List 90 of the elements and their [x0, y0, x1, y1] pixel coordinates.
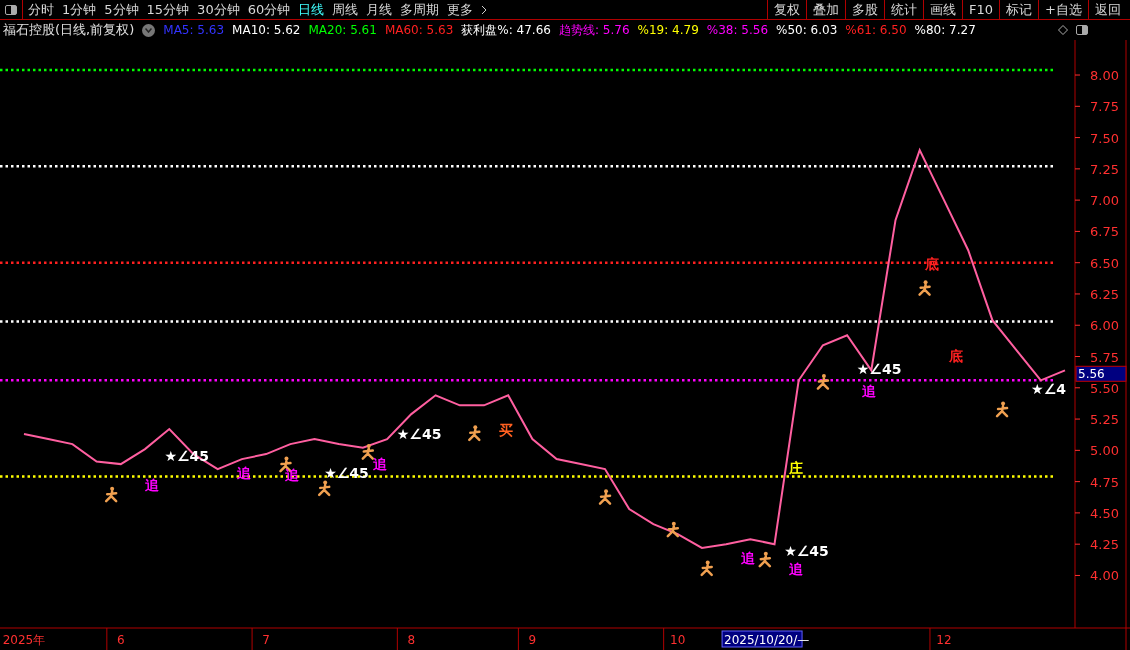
indicator-value: MA5: 5.63	[163, 22, 225, 39]
y-axis-label: 6.75	[1090, 224, 1119, 240]
signal-label: 庄	[789, 459, 803, 476]
x-axis-label: 8	[407, 633, 416, 647]
indicator-value: 获利盘%: 47.66	[461, 22, 551, 39]
runner-icon	[666, 521, 680, 538]
y-axis-label: 7.50	[1090, 130, 1119, 146]
y-axis-label: 4.25	[1090, 537, 1119, 553]
signal-label: ★∠45	[856, 360, 902, 377]
runner-icon	[104, 486, 118, 503]
signal-label: 追	[740, 549, 755, 566]
toolbar-button[interactable]: 多股	[845, 0, 885, 19]
period-tab[interactable]: 分时	[28, 3, 54, 16]
date-cursor-label: 2025/10/20/—	[721, 630, 810, 648]
y-axis-label: 5.50	[1090, 380, 1119, 396]
signal-label: 追	[285, 467, 300, 484]
runner-icon	[918, 280, 931, 296]
x-axis-label: 10	[670, 633, 686, 647]
indicator-value: %50: 6.03	[776, 22, 838, 39]
y-axis-label: 4.00	[1090, 568, 1119, 584]
y-axis-label: 5.75	[1090, 349, 1119, 365]
x-axis-label: 9	[528, 633, 537, 647]
period-tab[interactable]: 周线	[332, 3, 359, 16]
y-axis-label: 5.00	[1090, 443, 1119, 459]
dropdown-icon[interactable]	[142, 23, 156, 37]
stock-title: 福石控股(日线,前复权)	[3, 21, 135, 40]
signal-label: 底	[924, 255, 939, 272]
y-axis-label: 6.50	[1090, 255, 1119, 271]
period-tab[interactable]: 多周期	[400, 3, 440, 16]
indicator-value: %61: 6.50	[845, 22, 907, 39]
x-axis-label: 7	[262, 633, 270, 647]
signal-label: 追	[372, 455, 387, 472]
toolbar-button[interactable]: 叠加	[806, 0, 846, 19]
signal-label: ★∠45	[324, 464, 369, 481]
runner-icon	[816, 374, 830, 390]
runner-icon	[317, 480, 331, 497]
toolbar-button[interactable]: 返回	[1088, 0, 1127, 19]
indicator-value: 趋势线: 5.76	[558, 22, 630, 39]
x-axis-label: 12	[936, 633, 952, 647]
chevron-right-icon[interactable]	[481, 4, 488, 15]
toolbar-button[interactable]: F10	[962, 0, 1000, 19]
signal-label: 追	[789, 560, 803, 577]
x-axis-label: 6	[117, 633, 125, 647]
runner-icon	[995, 401, 1009, 418]
period-tab[interactable]: 1分钟	[62, 3, 97, 16]
toolbar-button[interactable]: +自选	[1038, 0, 1088, 19]
y-axis-label: 8.00	[1090, 68, 1119, 84]
period-tab[interactable]: 15分钟	[146, 3, 190, 16]
y-axis-label: 7.25	[1090, 161, 1119, 177]
signal-label: ★∠4	[1031, 380, 1066, 397]
signal-label: 追	[861, 383, 876, 400]
y-axis-label: 7.00	[1090, 193, 1119, 209]
toolbar-button[interactable]: 画线	[923, 0, 963, 19]
signal-label: 追	[145, 477, 160, 494]
indicator-value: %80: 7.27	[914, 22, 976, 39]
period-tab[interactable]: 更多	[447, 3, 474, 16]
runner-icon	[468, 425, 481, 442]
signal-label: 追	[237, 464, 252, 481]
price-tag: 5.56	[1075, 365, 1127, 382]
period-tab[interactable]: 月线	[366, 3, 393, 16]
y-axis-label: 5.25	[1090, 412, 1119, 428]
period-tab[interactable]: 60分钟	[247, 3, 291, 16]
signal-label: ★∠45	[784, 543, 829, 560]
panel-toggle-icon[interactable]	[5, 4, 17, 15]
signal-label: 买	[498, 422, 513, 439]
indicator-value: %19: 4.79	[637, 22, 699, 39]
y-axis-label: 4.75	[1090, 474, 1119, 490]
period-tab[interactable]: 日线	[298, 3, 325, 16]
period-tab[interactable]: 30分钟	[197, 3, 240, 16]
indicator-value: %38: 5.56	[706, 22, 769, 39]
runner-icon	[758, 551, 772, 568]
indicator-value: MA20: 5.61	[308, 22, 377, 39]
runner-icon	[361, 444, 374, 460]
runner-icon	[700, 560, 713, 577]
y-axis-label: 4.50	[1090, 505, 1119, 521]
toolbar-button[interactable]: 复权	[767, 0, 807, 19]
signal-label: 底	[948, 348, 963, 365]
runner-icon	[598, 489, 612, 505]
y-axis-label: 6.25	[1090, 286, 1119, 302]
y-axis-label: 7.75	[1090, 99, 1119, 115]
indicator-value: MA10: 5.62	[232, 22, 301, 39]
period-tab[interactable]: 5分钟	[104, 3, 139, 16]
toolbar-button[interactable]: 统计	[884, 0, 924, 19]
panel-toggle-icon[interactable]	[1076, 25, 1088, 35]
x-axis-label: 2025年	[2, 633, 46, 647]
signal-label: ★∠45	[396, 425, 442, 442]
y-axis-label: 6.00	[1090, 318, 1119, 334]
diamond-icon[interactable]	[1058, 25, 1068, 35]
indicator-value: MA60: 5.63	[384, 22, 454, 39]
toolbar-button[interactable]: 标记	[999, 0, 1039, 19]
